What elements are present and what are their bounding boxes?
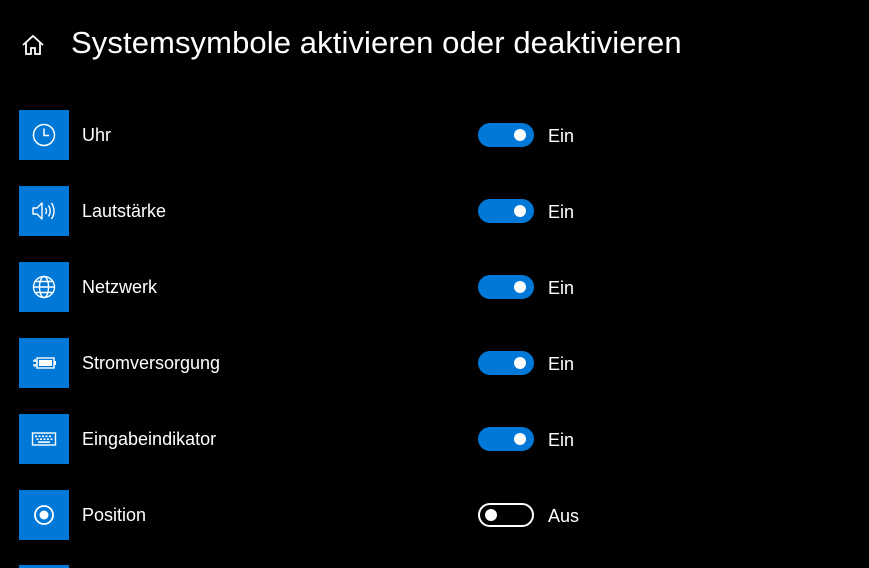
- toggle-state-label: Ein: [548, 354, 575, 374]
- toggle-knob: [485, 509, 497, 521]
- clock-tile: [19, 110, 69, 160]
- location-tile: [19, 490, 69, 540]
- list-item-input-indicator: Eingabeindikator Ein: [0, 414, 869, 464]
- input-indicator-toggle[interactable]: [478, 427, 534, 451]
- volume-tile: [19, 186, 69, 236]
- settings-page: Systemsymbole aktivieren oder deaktivier…: [0, 0, 869, 568]
- battery-icon: [33, 357, 56, 369]
- volume-toggle[interactable]: [478, 199, 534, 223]
- home-button[interactable]: [18, 30, 48, 60]
- list-item-clock: Uhr Ein: [0, 110, 869, 160]
- toggle-knob: [514, 205, 526, 217]
- list-item-location: Position Aus: [0, 490, 869, 540]
- item-label: Stromversorgung: [82, 353, 221, 373]
- list-item-network: Netzwerk Ein: [0, 262, 869, 312]
- network-tile: [19, 262, 69, 312]
- toggle-knob: [514, 433, 526, 445]
- list-item-power: Stromversorgung Ein: [0, 338, 869, 388]
- clock-icon: [32, 123, 56, 147]
- item-label: Lautstärke: [82, 201, 167, 221]
- toggle-state-label: Ein: [548, 430, 575, 450]
- item-label: Uhr: [82, 125, 112, 145]
- globe-icon: [32, 275, 56, 299]
- location-toggle[interactable]: [478, 503, 534, 527]
- toggle-knob: [514, 281, 526, 293]
- item-label: Netzwerk: [82, 277, 158, 297]
- toggle-knob: [514, 357, 526, 369]
- clock-toggle[interactable]: [478, 123, 534, 147]
- keyboard-icon: [31, 432, 57, 446]
- toggle-state-label: Aus: [548, 506, 580, 526]
- page-title: Systemsymbole aktivieren oder deaktivier…: [71, 25, 682, 60]
- network-toggle[interactable]: [478, 275, 534, 299]
- home-icon: [22, 34, 44, 55]
- power-toggle[interactable]: [478, 351, 534, 375]
- page-header: Systemsymbole aktivieren oder deaktivier…: [0, 0, 869, 92]
- toggle-state-label: Ein: [548, 202, 575, 222]
- list-item-volume: Lautstärke Ein: [0, 186, 869, 236]
- toggle-state-label: Ein: [548, 278, 575, 298]
- toggle-knob: [514, 129, 526, 141]
- item-label: Position: [82, 505, 147, 525]
- item-label: Eingabeindikator: [82, 429, 217, 449]
- location-icon: [34, 505, 54, 525]
- power-tile: [19, 338, 69, 388]
- volume-icon: [32, 202, 55, 220]
- input-indicator-tile: [19, 414, 69, 464]
- toggle-state-label: Ein: [548, 126, 575, 146]
